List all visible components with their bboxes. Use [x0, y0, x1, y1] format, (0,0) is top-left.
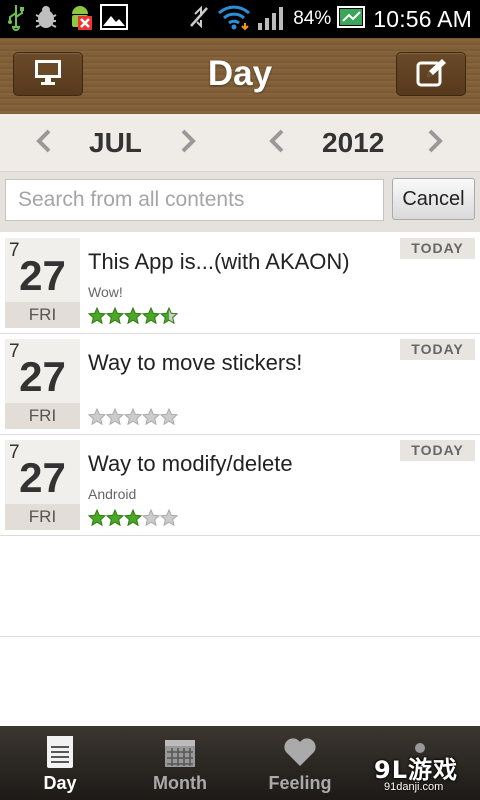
entry-day: 27: [19, 252, 66, 299]
list-item[interactable]: 7 27 FRI Way to modify/delete Android TO…: [0, 435, 480, 536]
new-entry-button[interactable]: [396, 52, 466, 96]
entry-weekday: FRI: [5, 302, 80, 328]
rating-stars: [88, 408, 178, 426]
status-bar: 84% 10:56 AM: [0, 0, 480, 38]
star-icon: [106, 408, 124, 426]
tab-label: Feeling: [268, 773, 332, 793]
star-icon: [160, 408, 178, 426]
entry-weekday: FRI: [5, 403, 80, 429]
search-input[interactable]: [5, 179, 384, 221]
tab-month[interactable]: Month: [120, 726, 240, 800]
rating-stars: [88, 307, 178, 325]
watermark: 9L游戏 91danji.com: [362, 746, 480, 800]
date-box: 7 27 FRI: [5, 238, 80, 328]
date-box: 7 27 FRI: [5, 339, 80, 429]
battery-percent: 84%: [293, 8, 332, 29]
android-icon: [66, 2, 94, 36]
bug-icon: [32, 3, 60, 35]
star-icon: [124, 307, 142, 325]
battery-icon: [337, 5, 367, 33]
star-icon: [142, 509, 160, 527]
entry-subtitle: Android: [88, 486, 137, 502]
star-icon: [160, 307, 178, 325]
star-icon: [88, 307, 106, 325]
list-item[interactable]: 7 27 FRI Way to move stickers! TODAY: [0, 334, 480, 435]
chevron-right-icon: [179, 128, 197, 158]
chevron-left-icon: [268, 128, 286, 158]
watermark-url: 91danji.com: [384, 781, 444, 793]
entry-subtitle: Wow!: [88, 284, 123, 300]
list-item[interactable]: 7 27 FRI This App is...(with AKAON) Wow!…: [0, 233, 480, 334]
today-badge: TODAY: [400, 440, 475, 461]
star-icon: [142, 408, 160, 426]
today-badge: TODAY: [400, 339, 475, 360]
next-year-button[interactable]: [421, 128, 449, 158]
tab-label: Month: [153, 773, 207, 793]
prev-year-button[interactable]: [263, 128, 291, 158]
chevron-left-icon: [35, 128, 53, 158]
star-icon: [124, 408, 142, 426]
wifi-icon: [217, 3, 251, 35]
entry-title: Way to move stickers!: [88, 350, 303, 375]
tab-feeling[interactable]: Feeling: [240, 726, 360, 800]
usb-icon: [6, 3, 26, 35]
tab-day[interactable]: Day: [0, 726, 120, 800]
day-list-icon: [46, 734, 74, 770]
image-icon: [100, 4, 128, 34]
star-icon: [88, 509, 106, 527]
next-month-button[interactable]: [174, 128, 202, 158]
cancel-button[interactable]: Cancel: [392, 178, 475, 220]
chevron-right-icon: [426, 128, 444, 158]
today-badge: TODAY: [400, 238, 475, 259]
empty-list-row: [0, 536, 480, 637]
entry-list: 7 27 FRI This App is...(with AKAON) Wow!…: [0, 233, 480, 536]
year-label: 2012: [322, 127, 385, 158]
entry-day: 27: [19, 353, 66, 400]
tab-label: Day: [43, 773, 77, 793]
entry-day: 27: [19, 454, 66, 501]
signal-icon: [257, 3, 287, 35]
app-header: Day: [0, 38, 480, 114]
star-icon: [106, 307, 124, 325]
clock: 10:56 AM: [373, 5, 472, 32]
edit-icon: [415, 57, 447, 91]
star-icon: [160, 509, 178, 527]
mute-icon: [187, 4, 211, 34]
watermark-logo: 9L游戏: [374, 756, 458, 784]
prev-month-button[interactable]: [30, 128, 58, 158]
star-icon: [88, 408, 106, 426]
star-icon: [106, 509, 124, 527]
search-bar: Cancel: [0, 172, 480, 232]
entry-weekday: FRI: [5, 504, 80, 530]
entry-title: Way to modify/delete: [88, 451, 293, 476]
entry-title: This App is...(with AKAON): [88, 249, 350, 274]
date-selector: JUL 2012: [0, 114, 480, 172]
star-icon: [124, 509, 142, 527]
star-icon: [142, 307, 160, 325]
date-box: 7 27 FRI: [5, 440, 80, 530]
rating-stars: [88, 509, 178, 527]
calendar-icon: [164, 734, 196, 770]
heart-icon: [283, 734, 317, 770]
month-label: JUL: [89, 127, 142, 158]
